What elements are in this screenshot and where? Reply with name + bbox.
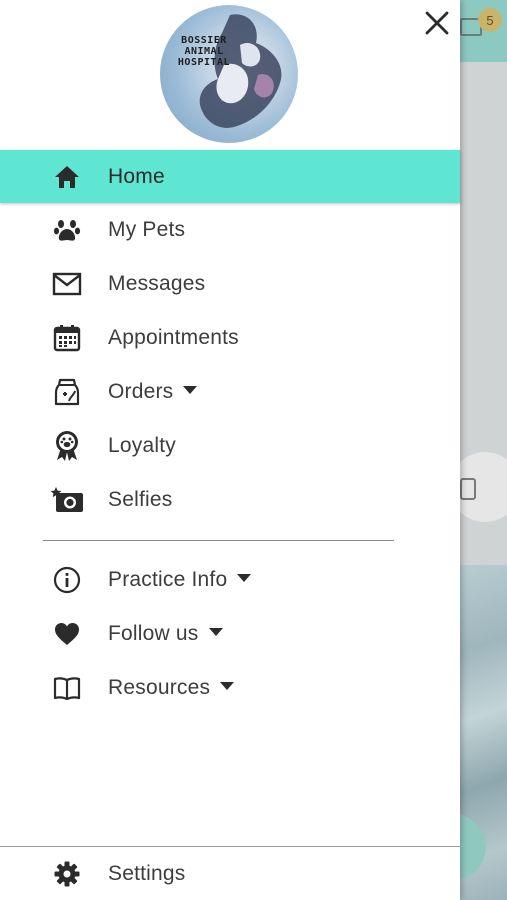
paw-icon xyxy=(50,213,84,247)
background-food-bag-icon xyxy=(460,478,476,500)
hospital-logo: BOSSIER ANIMAL HOSPITAL xyxy=(160,5,298,143)
navigation-drawer: BOSSIER ANIMAL HOSPITAL Home My Pets Mes… xyxy=(0,0,460,900)
home-icon xyxy=(50,160,84,194)
heart-icon xyxy=(50,617,84,651)
menu-item-label: Orders xyxy=(108,380,198,404)
menu-item-orders[interactable]: Orders xyxy=(0,365,460,419)
main-menu: Home My Pets Messages Appointments Order… xyxy=(0,150,460,527)
chevron-down-icon xyxy=(237,574,252,583)
menu-item-home[interactable]: Home xyxy=(0,150,460,203)
camera-star-icon xyxy=(50,483,84,517)
logo-text: BOSSIER ANIMAL HOSPITAL xyxy=(177,35,231,68)
info-icon xyxy=(50,563,84,597)
menu-item-label: Selfies xyxy=(108,488,173,511)
background-app: 5 xyxy=(460,0,507,900)
message-count-badge: 5 xyxy=(478,8,502,32)
menu-item-label: Messages xyxy=(108,272,206,295)
chevron-down-icon xyxy=(183,386,198,395)
menu-item-practice-info[interactable]: Practice Info xyxy=(0,553,460,607)
menu-item-settings[interactable]: Settings xyxy=(0,847,460,900)
calendar-icon xyxy=(50,321,84,355)
menu-item-label: Follow us xyxy=(108,622,223,646)
menu-item-follow-us[interactable]: Follow us xyxy=(0,607,460,661)
menu-item-messages[interactable]: Messages xyxy=(0,257,460,311)
envelope-icon xyxy=(50,267,84,301)
chevron-down-icon xyxy=(220,682,235,691)
menu-item-label: Loyalty xyxy=(108,434,176,457)
menu-item-label: Appointments xyxy=(108,326,239,349)
menu-item-loyalty[interactable]: Loyalty xyxy=(0,419,460,473)
ribbon-badge-icon xyxy=(50,429,84,463)
menu-item-resources[interactable]: Resources xyxy=(0,661,460,715)
menu-item-label: Resources xyxy=(108,676,235,700)
food-bag-icon xyxy=(50,375,84,409)
close-button[interactable] xyxy=(420,6,454,40)
secondary-menu: Practice Info Follow us Resources xyxy=(0,553,460,715)
menu-item-label: Settings xyxy=(108,861,186,885)
menu-item-appointments[interactable]: Appointments xyxy=(0,311,460,365)
menu-item-label: Home xyxy=(108,164,165,188)
menu-item-selfies[interactable]: Selfies xyxy=(0,473,460,527)
gear-icon xyxy=(50,857,84,891)
menu-item-label: Practice Info xyxy=(108,568,252,592)
book-icon xyxy=(50,671,84,705)
menu-divider xyxy=(43,540,394,541)
chevron-down-icon xyxy=(208,628,223,637)
close-icon xyxy=(425,11,449,35)
menu-item-my-pets[interactable]: My Pets xyxy=(0,203,460,257)
menu-item-label: My Pets xyxy=(108,218,186,241)
